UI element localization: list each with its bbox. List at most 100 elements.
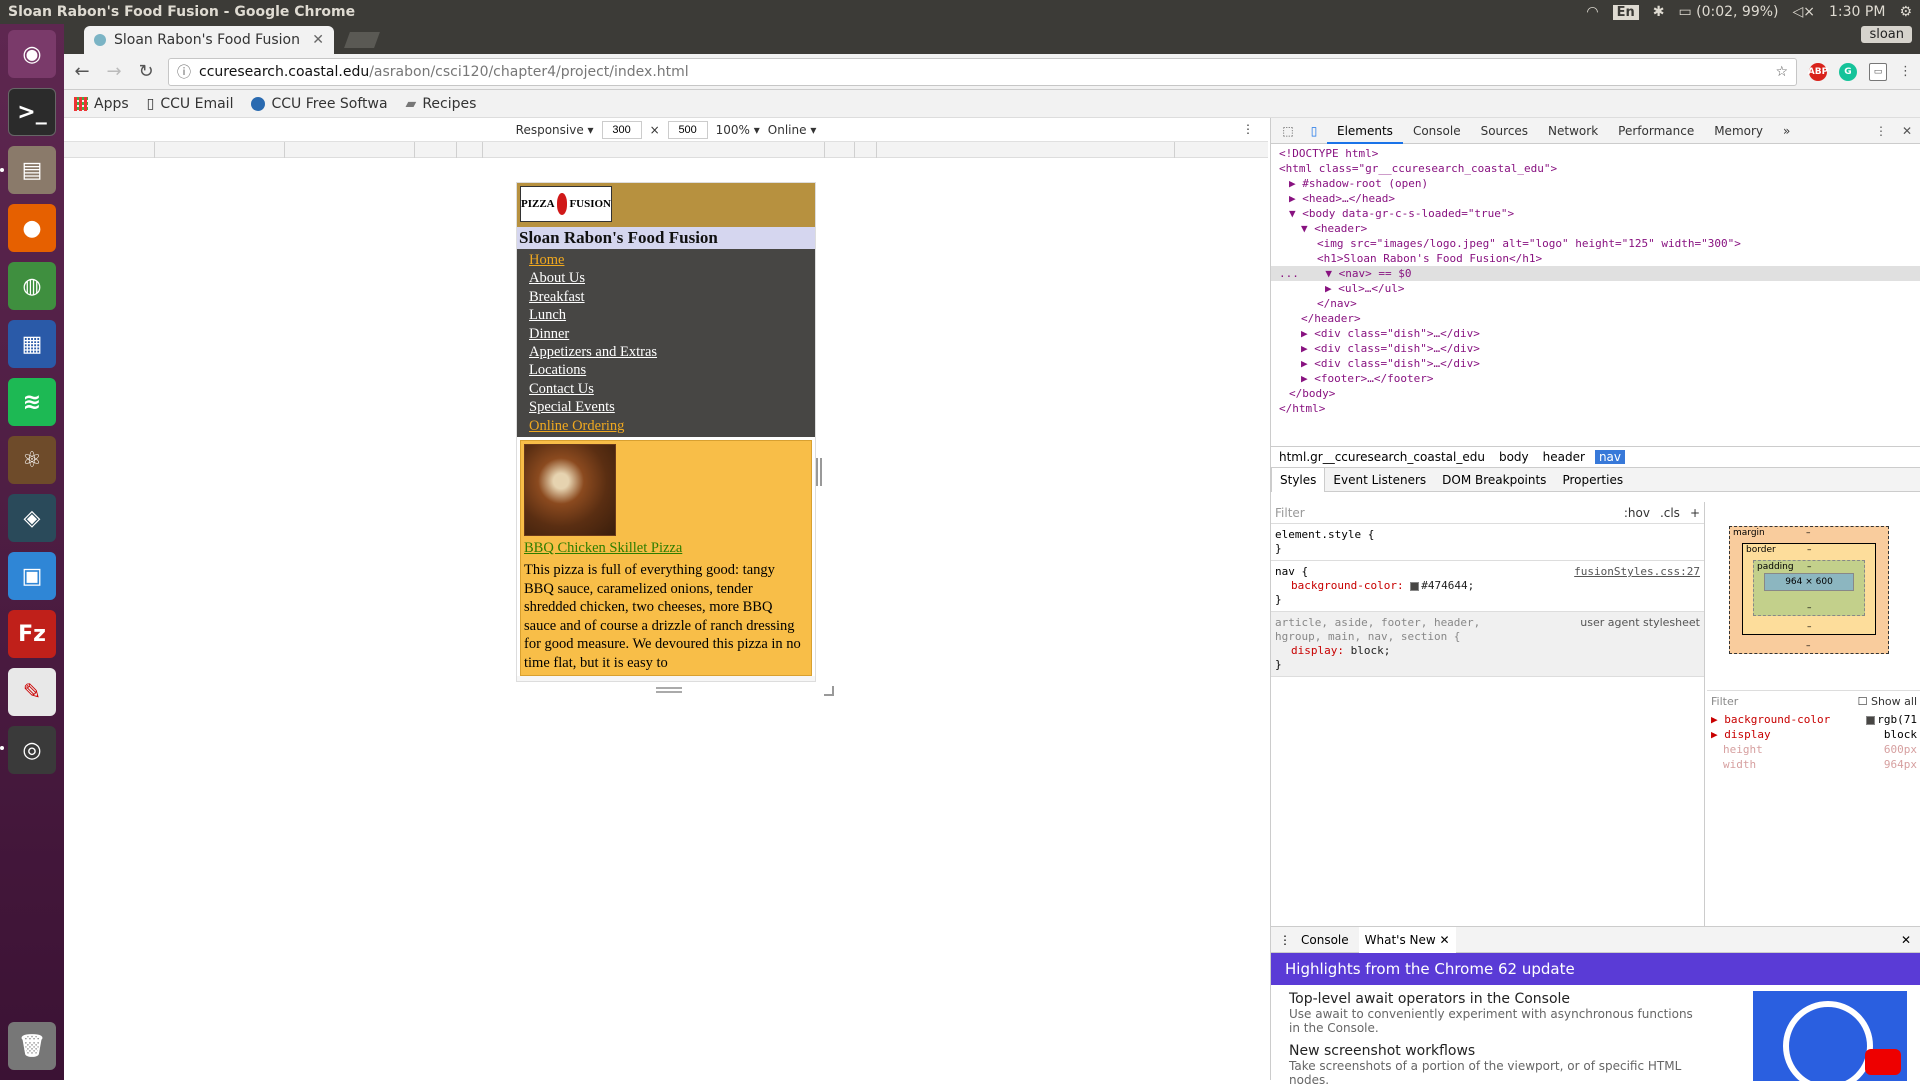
terminal-icon[interactable]: >_ — [8, 88, 56, 136]
subtab-dom-breakpoints[interactable]: DOM Breakpoints — [1434, 468, 1554, 492]
volume-icon[interactable]: ◁× — [1793, 4, 1816, 20]
rule-user-agent[interactable]: user agent stylesheet article, aside, fo… — [1271, 612, 1704, 677]
rule-property[interactable]: background-color: #474644; — [1275, 579, 1700, 593]
box-model-border[interactable]: border – padding – 964 × 600 – – — [1742, 543, 1876, 635]
subtab-event-listeners[interactable]: Event Listeners — [1325, 468, 1434, 492]
box-model-margin[interactable]: margin – border – padding – 964 × 600 – … — [1729, 526, 1889, 654]
reload-icon[interactable]: ↻ — [136, 61, 156, 82]
wifi-icon[interactable]: ◠ — [1586, 4, 1598, 20]
width-input[interactable] — [601, 120, 642, 139]
bookmark-recipes[interactable]: ▰ Recipes — [406, 96, 477, 112]
subtab-styles[interactable]: Styles — [1271, 467, 1326, 492]
devtools-menu-icon[interactable]: ⋮ — [1868, 124, 1894, 138]
whats-new-item[interactable]: Top-level await operators in the Console… — [1271, 985, 1711, 1037]
nav-link-locations[interactable]: Locations — [529, 361, 803, 379]
spotify-icon[interactable]: ≋ — [8, 378, 56, 426]
network-select[interactable]: Online ▾ — [768, 123, 817, 137]
filezilla-icon[interactable]: Fz — [8, 610, 56, 658]
cls-button[interactable]: .cls — [1660, 506, 1680, 520]
tab-performance[interactable]: Performance — [1608, 118, 1704, 144]
crumb-nav[interactable]: nav — [1594, 450, 1625, 464]
dom-doctype[interactable]: <!DOCTYPE html> — [1271, 146, 1920, 161]
dish-title-link[interactable]: BBQ Chicken Skillet Pizza — [524, 540, 808, 557]
trash-icon[interactable]: 🗑 — [8, 1022, 56, 1070]
cast-icon[interactable]: ▭ — [1869, 62, 1887, 81]
dom-header-close[interactable]: </header> — [1271, 311, 1920, 326]
zoom-select[interactable]: 100% ▾ — [716, 123, 760, 137]
whats-new-item[interactable]: New screenshot workflows Take screenshot… — [1271, 1037, 1711, 1089]
device-toggle-icon[interactable]: ▯ — [1301, 124, 1327, 138]
dom-html-close[interactable]: </html> — [1271, 401, 1920, 416]
browser-tab[interactable]: Sloan Rabon's Food Fusion ✕ — [84, 26, 334, 54]
back-arrow-icon[interactable]: ← — [72, 61, 92, 82]
bookmark-apps[interactable]: Apps — [74, 96, 129, 112]
drawer-tab-whats-new[interactable]: What's New ✕ — [1358, 926, 1456, 953]
computed-row[interactable]: width 964px — [1707, 757, 1920, 772]
tab-sources[interactable]: Sources — [1471, 118, 1538, 144]
new-tab-button[interactable] — [344, 32, 380, 48]
computed-row[interactable]: ▶ background-color rgb(71 — [1707, 712, 1920, 727]
drawer-tab-console[interactable]: Console — [1295, 927, 1355, 953]
nav-link-dinner[interactable]: Dinner — [529, 325, 803, 343]
battery-indicator[interactable]: ▭ (0:02, 99%) — [1678, 4, 1778, 20]
dom-img[interactable]: <img src="images/logo.jpeg" alt="logo" h… — [1271, 236, 1920, 251]
nav-link-online-ordering[interactable]: Online Ordering — [529, 417, 803, 435]
inspect-element-icon[interactable]: ⬚ — [1275, 124, 1301, 138]
nav-link-contact[interactable]: Contact Us — [529, 380, 803, 398]
more-tabs-button[interactable]: » — [1773, 118, 1800, 144]
height-resize-handle[interactable] — [656, 687, 682, 693]
ubuntu-dash-icon[interactable]: ◉ — [8, 30, 56, 78]
tab-console[interactable]: Console — [1403, 118, 1471, 144]
dom-footer[interactable]: ▶ <footer>…</footer> — [1271, 371, 1920, 386]
dom-header[interactable]: ▼ <header> — [1271, 221, 1920, 236]
dom-nav-close[interactable]: </nav> — [1271, 296, 1920, 311]
dom-nav-selected[interactable]: ... ▼ <nav> == $0 — [1271, 266, 1920, 281]
media-query-ruler[interactable] — [64, 142, 1268, 158]
box-model-padding[interactable]: padding – 964 × 600 – — [1753, 560, 1865, 616]
clock[interactable]: 1:30 PM — [1829, 4, 1885, 20]
dom-h1[interactable]: <h1>Sloan Rabon's Food Fusion</h1> — [1271, 251, 1920, 266]
color-swatch-icon[interactable] — [1410, 581, 1420, 591]
device-mode-select[interactable]: Responsive ▾ — [516, 123, 594, 137]
close-devtools-icon[interactable]: ✕ — [1894, 124, 1920, 138]
bookmark-star-icon[interactable]: ☆ — [1775, 64, 1788, 80]
crumb-body[interactable]: body — [1495, 450, 1533, 464]
computed-row[interactable]: height 600px — [1707, 742, 1920, 757]
subtab-properties[interactable]: Properties — [1554, 468, 1631, 492]
document-viewer-icon[interactable]: ✎ — [8, 668, 56, 716]
files-icon[interactable]: ▤ — [8, 146, 56, 194]
dom-head[interactable]: ▶ <head>…</head> — [1271, 191, 1920, 206]
dom-div-dish[interactable]: ▶ <div class="dish">…</div> — [1271, 326, 1920, 341]
crumb-header[interactable]: header — [1539, 450, 1589, 464]
dom-ellipsis[interactable]: ... — [1279, 267, 1299, 280]
keyboard-layout[interactable]: En — [1612, 4, 1639, 20]
bookmark-ccu-free-software[interactable]: CCU Free Softwa — [251, 96, 388, 112]
firefox-icon[interactable]: ● — [8, 204, 56, 252]
dom-div-dish[interactable]: ▶ <div class="dish">…</div> — [1271, 356, 1920, 371]
bookmark-ccu-email[interactable]: ▯ CCU Email — [147, 96, 234, 112]
globe-icon[interactable]: ◍ — [8, 262, 56, 310]
add-rule-icon[interactable]: + — [1690, 506, 1700, 520]
whats-new-video-thumbnail[interactable] — [1753, 991, 1907, 1081]
styles-filter[interactable]: Filter :hov .cls + — [1271, 502, 1704, 524]
drawer-menu-icon[interactable]: ⋮ — [1279, 933, 1291, 947]
nav-link-appetizers[interactable]: Appetizers and Extras — [529, 343, 803, 361]
tab-elements[interactable]: Elements — [1327, 118, 1403, 144]
device-more-icon[interactable]: ⋮ — [1242, 122, 1254, 136]
hov-button[interactable]: :hov — [1624, 506, 1650, 520]
forward-arrow-icon[interactable]: → — [104, 61, 124, 82]
nav-link-about[interactable]: About Us — [529, 269, 803, 287]
settings-gear-icon[interactable]: ⚙ — [1899, 4, 1912, 20]
dom-shadow-root[interactable]: ▶ #shadow-root (open) — [1271, 176, 1920, 191]
tab-network[interactable]: Network — [1538, 118, 1608, 144]
box-model-content[interactable]: 964 × 600 — [1764, 573, 1854, 591]
rule-nav[interactable]: fusionStyles.css:27 nav { background-col… — [1271, 561, 1704, 612]
gitkraken-icon[interactable]: ◈ — [8, 494, 56, 542]
chrome-menu-icon[interactable]: ⋮ — [1899, 64, 1912, 79]
show-all-checkbox[interactable]: ☐ Show all — [1858, 695, 1917, 708]
atom-icon[interactable]: ⚛ — [8, 436, 56, 484]
computed-filter[interactable]: Filter — [1711, 695, 1738, 708]
width-resize-handle[interactable] — [816, 458, 822, 486]
height-input[interactable] — [667, 120, 708, 139]
info-icon[interactable]: ⓘ — [177, 62, 191, 82]
